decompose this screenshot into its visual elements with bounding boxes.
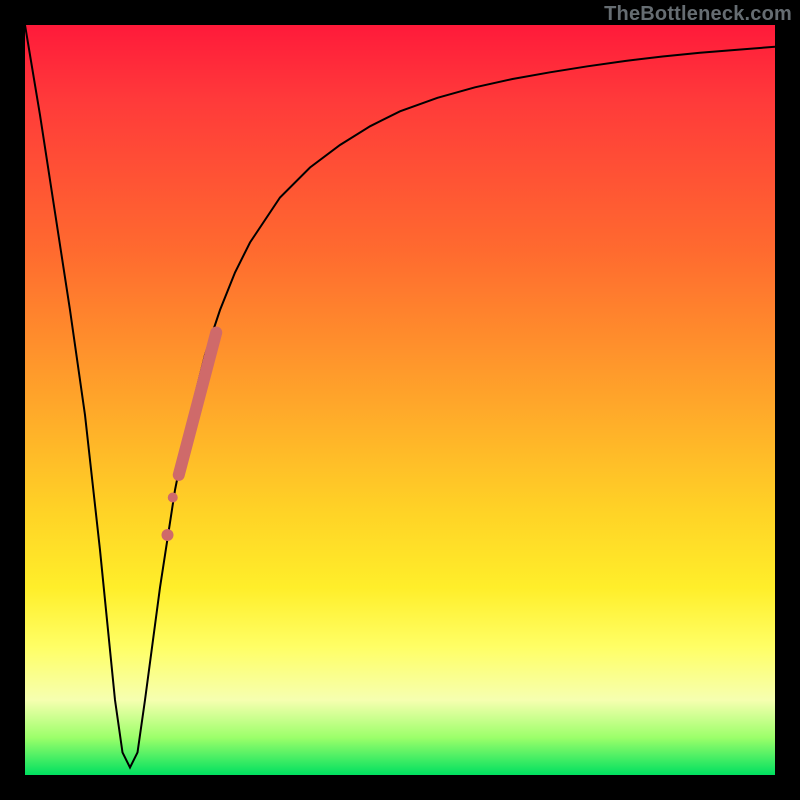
overlay-dot — [162, 529, 174, 541]
chart-frame: TheBottleneck.com — [0, 0, 800, 800]
plot-svg — [25, 25, 775, 775]
watermark: TheBottleneck.com — [604, 3, 792, 26]
plot-area — [25, 25, 775, 775]
bottleneck-curve — [25, 25, 775, 768]
overlay-highlight — [179, 333, 217, 476]
overlay-dot-2 — [168, 493, 178, 503]
